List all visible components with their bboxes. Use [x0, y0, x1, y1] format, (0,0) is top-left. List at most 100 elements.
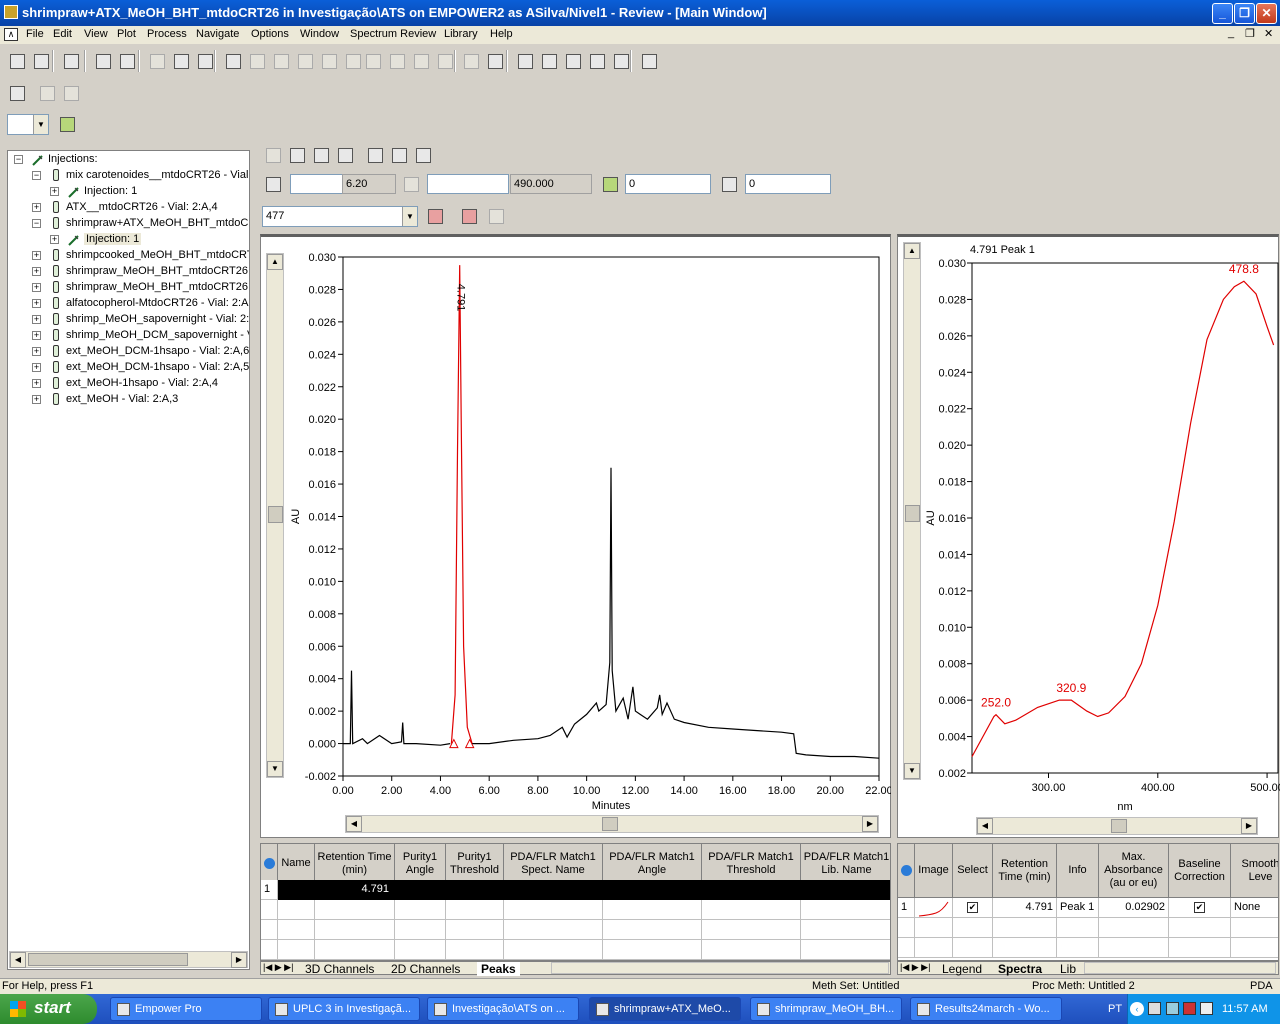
toolbar-tool-20-icon[interactable]	[484, 50, 506, 72]
tree-horizontal-scrollbar[interactable]: ◀ ▶	[9, 951, 248, 968]
scroll-down-icon[interactable]: ▼	[904, 763, 920, 779]
col-match-angle[interactable]: PDA/FLR Match1 Angle	[603, 844, 702, 884]
expand-toggle-icon[interactable]: +	[32, 315, 41, 324]
expand-toggle-icon[interactable]: +	[32, 395, 41, 404]
checkbox-icon[interactable]: ✔	[1194, 902, 1205, 913]
table-row[interactable]	[261, 920, 890, 940]
tree-item[interactable]: − mix carotenoides__mtdoCRT26 - Vial:	[8, 168, 249, 184]
language-indicator[interactable]: PT	[1108, 1003, 1122, 1015]
mdi-close-icon[interactable]: ✕	[1264, 27, 1273, 40]
menu-help[interactable]: Help	[490, 28, 513, 40]
wavelength-start-input[interactable]	[427, 174, 509, 194]
scroll-right-icon[interactable]: ▶	[1241, 818, 1257, 834]
scale-icon[interactable]	[718, 173, 740, 195]
tab-scrollbar[interactable]	[1084, 962, 1276, 974]
menu-process[interactable]: Process	[147, 28, 187, 40]
expand-toggle-icon[interactable]: +	[32, 379, 41, 388]
tab-lib[interactable]: Lib	[1060, 962, 1076, 976]
tab-scrollbar[interactable]	[551, 962, 889, 974]
taskbar-task[interactable]: Investigação\ATS on ...	[427, 997, 579, 1021]
table-row[interactable]: 1 4.791	[261, 880, 890, 900]
tree-item[interactable]: + ext_MeOH-1hsapo - Vial: 2:A,4	[8, 376, 249, 392]
row-select[interactable]: ✔	[953, 898, 993, 918]
maximize-button[interactable]: ❐	[1234, 3, 1255, 24]
table-row[interactable]: 1 ✔ 4.791 Peak 1 0.02902 ✔ None	[898, 898, 1278, 918]
table-row[interactable]	[898, 938, 1278, 958]
tree-item[interactable]: + shrimp_MeOH_sapovernight - Vial: 2:A	[8, 312, 249, 328]
expand-toggle-icon[interactable]: +	[32, 203, 41, 212]
taskbar-task[interactable]: Results24march - Wo...	[910, 997, 1062, 1021]
tray-shield-icon[interactable]	[1183, 1002, 1196, 1015]
scroll-left-icon[interactable]: ◀	[977, 818, 993, 834]
tree-item[interactable]: + ATX__mtdoCRT26 - Vial: 2:A,4	[8, 200, 249, 216]
toolbar-tool-1-icon[interactable]	[6, 50, 28, 72]
tab-legend[interactable]: Legend	[942, 962, 982, 976]
col-retention-time[interactable]: Retention Time (min)	[315, 844, 395, 884]
col-select[interactable]: Select	[953, 844, 993, 898]
scroll-right-icon[interactable]: ▶	[862, 816, 878, 832]
expand-toggle-icon[interactable]: +	[32, 299, 41, 308]
scale-input[interactable]: 0	[745, 174, 831, 194]
expand-toggle-icon[interactable]: −	[32, 171, 41, 180]
chromatogram-horizontal-scrollbar[interactable]: ◀ ▶	[345, 815, 879, 833]
menu-plot[interactable]: Plot	[117, 28, 136, 40]
globe-icon-header[interactable]	[898, 844, 915, 898]
menu-spectrum-review[interactable]: Spectrum Review	[350, 28, 436, 40]
toolbar-tool-8-icon[interactable]	[194, 50, 216, 72]
mdi-minimize-icon[interactable]: _	[1228, 27, 1234, 39]
tray-network-icon[interactable]	[1166, 1002, 1179, 1015]
tree-item[interactable]: + ext_MeOH - Vial: 2:A,3	[8, 392, 249, 408]
tree-item[interactable]: + ext_MeOH_DCM-1hsapo - Vial: 2:A,6	[8, 344, 249, 360]
checkbox-icon[interactable]: ✔	[967, 902, 978, 913]
col-match-spect-name[interactable]: PDA/FLR Match1 Spect. Name	[504, 844, 603, 884]
tab-3d-channels[interactable]: 3D Channels	[305, 962, 374, 976]
expand-toggle-icon[interactable]: +	[32, 251, 41, 260]
col-match-threshold[interactable]: PDA/FLR Match1 Threshold	[702, 844, 801, 884]
spectrum-horizontal-scrollbar[interactable]: ◀ ▶	[976, 817, 1258, 835]
globe-icon-header[interactable]	[261, 844, 278, 884]
app-icon[interactable]	[4, 5, 18, 19]
layer-icon[interactable]	[6, 82, 28, 104]
clock[interactable]: 11:57 AM	[1222, 1003, 1268, 1015]
plot-tool-5-icon[interactable]	[364, 144, 386, 166]
close-button[interactable]: ✕	[1256, 3, 1277, 24]
extract-2-icon[interactable]	[458, 205, 480, 227]
wavelength-combo[interactable]: 477 ▼	[262, 206, 418, 227]
menu-navigate[interactable]: Navigate	[196, 28, 239, 40]
tree-item[interactable]: + shrimp_MeOH_DCM_sapovernight - V	[8, 328, 249, 344]
spectrum-vertical-scrollbar[interactable]: ▲ ▼	[903, 242, 921, 780]
tree-item[interactable]: + alfatocopherol-MtdoCRT26 - Vial: 2:A,	[8, 296, 249, 312]
toolbar-tool-24-icon[interactable]	[586, 50, 608, 72]
plot-tool-4-icon[interactable]	[334, 144, 356, 166]
expand-toggle-icon[interactable]: +	[50, 235, 59, 244]
tree-item[interactable]: − Injections:	[8, 152, 249, 168]
scroll-left-icon[interactable]: ◀	[346, 816, 362, 832]
col-info[interactable]: Info	[1057, 844, 1099, 898]
toolbar-tool-5-icon[interactable]	[116, 50, 138, 72]
tab-nav-icon[interactable]: |◀ ▶ ▶|	[263, 962, 293, 973]
toolbar-tool-22-icon[interactable]	[538, 50, 560, 72]
taskbar-task[interactable]: shrimpraw_MeOH_BH...	[750, 997, 902, 1021]
tree-item[interactable]: + shrimpcooked_MeOH_BHT_mtdoCRT	[8, 248, 249, 264]
document-icon[interactable]: ∧	[4, 28, 18, 41]
tree-item[interactable]: + Injection: 1	[8, 232, 249, 248]
plot-tool-7-icon[interactable]	[412, 144, 434, 166]
peak-icon[interactable]	[599, 173, 621, 195]
menu-library[interactable]: Library	[444, 28, 478, 40]
toolbar-tool-2-icon[interactable]	[30, 50, 52, 72]
tray-app-icon[interactable]	[1148, 1002, 1161, 1015]
table-row[interactable]	[261, 900, 890, 920]
menu-window[interactable]: Window	[300, 28, 339, 40]
scroll-thumb[interactable]	[905, 505, 920, 522]
scroll-thumb[interactable]	[602, 817, 618, 831]
expand-toggle-icon[interactable]: +	[32, 267, 41, 276]
menu-options[interactable]: Options	[251, 28, 289, 40]
col-retention-time[interactable]: Retention Time (min)	[993, 844, 1057, 898]
col-smooth-level[interactable]: Smooth Leve	[1231, 844, 1278, 898]
tray-volume-icon[interactable]	[1200, 1002, 1213, 1015]
tree-item[interactable]: + ext_MeOH_DCM-1hsapo - Vial: 2:A,5	[8, 360, 249, 376]
threshold-input[interactable]: 0	[625, 174, 711, 194]
menu-edit[interactable]: Edit	[53, 28, 72, 40]
scroll-left-icon[interactable]: ◀	[10, 952, 26, 968]
row-baseline[interactable]: ✔	[1169, 898, 1231, 918]
